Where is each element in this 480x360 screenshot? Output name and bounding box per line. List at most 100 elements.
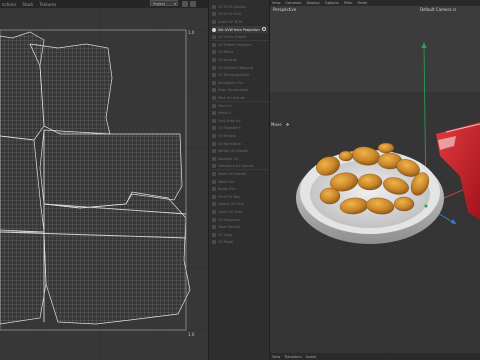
tool-item[interactable]: UV Terrace bbox=[212, 132, 268, 140]
move-tool-label[interactable]: Move bbox=[271, 122, 282, 127]
uv-toolbar-icon[interactable] bbox=[182, 1, 188, 7]
status-item[interactable]: Scene bbox=[306, 355, 317, 359]
tool-item[interactable]: UV Optimal Mapping bbox=[212, 64, 268, 72]
tool-item[interactable]: UV Sequence bbox=[212, 216, 268, 224]
tool-icon bbox=[212, 133, 216, 138]
uv-canvas[interactable]: 1.0 1.0 bbox=[0, 8, 208, 360]
uv-tools-panel: UV Fit To Canvas Fit UV To Grid Scale UV T… bbox=[208, 0, 270, 360]
tool-item[interactable]: Stack UV Islands bbox=[212, 170, 268, 178]
tool-label: Fit UV To Box bbox=[218, 194, 240, 199]
tool-label: Straighten UVs bbox=[218, 80, 244, 85]
tool-icon bbox=[212, 80, 216, 85]
camera-selector[interactable]: Default Camera ⊡ bbox=[420, 7, 456, 12]
viewport-menu-item[interactable]: View bbox=[272, 1, 281, 5]
tool-item[interactable]: Fit UV To Grid bbox=[212, 11, 268, 19]
tool-item[interactable]: UV Fit To Canvas bbox=[212, 3, 268, 11]
tool-item[interactable]: UV Transform bbox=[212, 125, 268, 133]
tool-label: UV Transform bbox=[218, 126, 241, 131]
tool-icon bbox=[212, 187, 216, 192]
tool-label: Clean UV Sets bbox=[218, 209, 242, 214]
viewport-3d-scene[interactable] bbox=[270, 6, 480, 353]
tool-item[interactable]: Straighten UVs bbox=[212, 79, 268, 87]
uv-menu-item[interactable]: Stack bbox=[22, 2, 33, 7]
tool-icon bbox=[212, 179, 216, 184]
uv-islands bbox=[0, 31, 191, 325]
camera-label: Default Camera bbox=[420, 7, 452, 12]
uv-mode-dropdown[interactable]: Project ▾ bbox=[150, 0, 178, 6]
tool-item[interactable]: Mirror U bbox=[212, 102, 268, 110]
tool-icon bbox=[212, 225, 216, 230]
tool-label: UV Copy bbox=[218, 232, 233, 237]
tool-item[interactable]: Set UVW from Projection bbox=[212, 25, 268, 34]
viewport-menu-item[interactable]: Cameras bbox=[286, 1, 302, 5]
uv-tick-label: 1.0 bbox=[188, 30, 195, 35]
uv-mode-value: Project bbox=[153, 2, 165, 6]
tool-item[interactable]: Grid Snap UV bbox=[212, 117, 268, 125]
tool-item[interactable]: Equalize UV bbox=[212, 155, 268, 163]
tool-label: Break UVs bbox=[218, 187, 236, 192]
tool-icon bbox=[212, 19, 216, 24]
tool-icon bbox=[212, 126, 216, 131]
tool-label: Mirror V bbox=[218, 111, 232, 116]
tool-icon bbox=[212, 111, 216, 116]
viewport-statusbar: View Transform Scene bbox=[270, 353, 480, 360]
tool-label: Set UVW from Projection bbox=[218, 27, 260, 32]
tool-label: Align Horizontally bbox=[218, 88, 248, 93]
tool-item[interactable]: Align Horizontally bbox=[212, 87, 268, 95]
viewport-menu-item[interactable]: Options bbox=[325, 1, 339, 5]
status-item[interactable]: View bbox=[272, 355, 280, 359]
tool-icon bbox=[212, 57, 216, 62]
tool-icon bbox=[212, 12, 216, 17]
viewport-name[interactable]: Perspective bbox=[273, 7, 296, 12]
move-icon[interactable]: ✥ bbox=[286, 122, 289, 127]
tool-icon bbox=[212, 240, 216, 245]
tool-label: Equalize UV bbox=[218, 156, 239, 161]
uv-island bbox=[0, 135, 45, 233]
tool-item[interactable]: Mirror V bbox=[212, 109, 268, 117]
tool-label: Fit UV To Grid bbox=[218, 12, 241, 17]
tool-icon bbox=[212, 209, 216, 214]
tool-label: Mirror U bbox=[218, 103, 232, 108]
viewport-menu-item[interactable]: Display bbox=[307, 1, 320, 5]
uv-tick-label: 1.0 bbox=[188, 332, 195, 337]
tool-label: UV Optimal Mapping bbox=[218, 65, 253, 70]
tool-label: UV Ortho Project bbox=[218, 35, 247, 40]
tool-item[interactable]: UV Copy bbox=[212, 231, 268, 239]
uv-island bbox=[0, 229, 47, 325]
tool-icon bbox=[212, 232, 216, 237]
gizmo-origin bbox=[424, 204, 428, 208]
tool-item[interactable]: UV Relax bbox=[212, 49, 268, 57]
tool-item[interactable]: UV Normalize bbox=[212, 140, 268, 148]
uv-menu-item[interactable]: Textures bbox=[39, 2, 56, 7]
uv-toolbar-icon[interactable] bbox=[190, 1, 196, 7]
tool-item[interactable]: UV Rectangularize bbox=[212, 71, 268, 79]
tool-label: UV Fit To Canvas bbox=[218, 4, 247, 9]
tool-item[interactable]: Rotate UV Islands bbox=[212, 147, 268, 155]
tool-icon bbox=[212, 4, 216, 9]
status-item[interactable]: Transform bbox=[284, 355, 301, 359]
uv-menu-item[interactable]: ections bbox=[2, 2, 16, 7]
tool-icon bbox=[212, 50, 216, 55]
tool-icon bbox=[212, 156, 216, 161]
tool-item[interactable]: Weld UVs bbox=[212, 178, 268, 186]
tool-item[interactable]: Texel Density bbox=[212, 223, 268, 231]
viewport-menu-item[interactable]: Panel bbox=[358, 1, 368, 5]
tool-item[interactable]: UV Paste bbox=[212, 239, 268, 247]
tool-item[interactable]: Break UVs bbox=[212, 185, 268, 193]
gear-icon[interactable] bbox=[262, 27, 266, 32]
tool-label: UV Flatten Polygons bbox=[218, 42, 252, 47]
tool-item[interactable]: Fit UV To Box bbox=[212, 193, 268, 201]
tool-item[interactable]: Layout UV Grid bbox=[212, 201, 268, 209]
tool-item[interactable]: Clean UV Sets bbox=[212, 208, 268, 216]
viewport-menu-item[interactable]: Filter bbox=[344, 1, 353, 5]
tool-item[interactable]: UV Unwrap bbox=[212, 56, 268, 64]
tool-label: Pack UV Islands bbox=[218, 95, 245, 100]
viewport-panel: View Cameras Display Options Filter Pane… bbox=[270, 0, 480, 360]
tool-icon bbox=[212, 27, 216, 32]
tool-icon bbox=[212, 171, 216, 176]
tool-label: UV Normalize bbox=[218, 141, 241, 146]
tool-label: UV Paste bbox=[218, 240, 234, 245]
tool-icon bbox=[212, 149, 216, 154]
tool-item[interactable]: Scale UV To Fit bbox=[212, 18, 268, 26]
tool-item[interactable]: UV Flatten Polygons bbox=[212, 41, 268, 49]
